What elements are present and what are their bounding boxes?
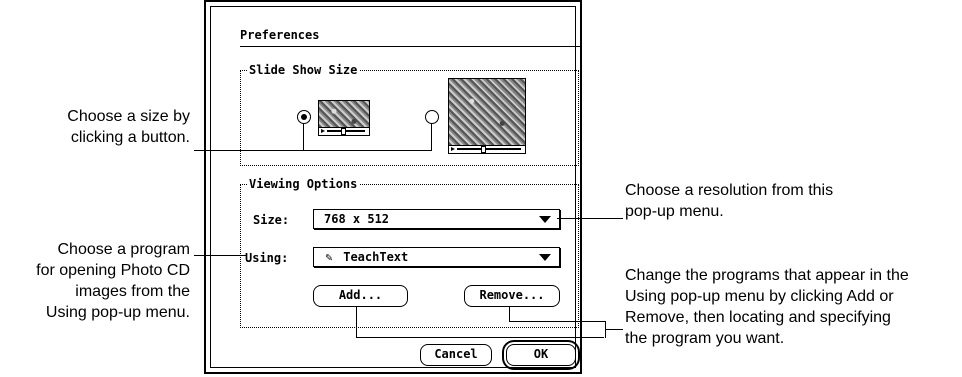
popup-arrow-icon bbox=[539, 254, 551, 261]
callout-change-programs: Change the programs that appear in the U… bbox=[625, 267, 909, 347]
size-popup-value: 768 x 512 bbox=[324, 212, 390, 226]
large-size-radio[interactable] bbox=[425, 110, 439, 124]
callout-size: Choose a size by clicking a button. bbox=[67, 108, 190, 146]
dialog-title: Preferences bbox=[240, 28, 320, 42]
using-popup-value: TeachText bbox=[343, 250, 409, 264]
ok-button[interactable]: OK bbox=[506, 344, 576, 366]
large-thumbnail bbox=[448, 78, 526, 154]
using-label: Using: bbox=[245, 251, 289, 265]
slide-show-size-label: Slide Show Size bbox=[247, 63, 360, 77]
teachtext-app-icon: ✎ bbox=[325, 250, 333, 264]
slide-show-size-group: Slide Show Size bbox=[240, 63, 579, 166]
remove-button[interactable]: Remove... bbox=[464, 285, 560, 307]
callout-program: Choose a program for opening Photo CD im… bbox=[36, 241, 190, 321]
preferences-dialog: Preferences Slide Show Size Viewing Opti… bbox=[204, 0, 582, 374]
viewing-options-group: Viewing Options Size: 768 x 512 Using: ✎… bbox=[240, 177, 579, 328]
using-popup-menu[interactable]: ✎ TeachText bbox=[313, 247, 560, 267]
add-button[interactable]: Add... bbox=[313, 285, 408, 307]
small-size-radio[interactable] bbox=[297, 110, 311, 124]
viewing-options-label: Viewing Options bbox=[247, 177, 360, 191]
callout-resolution: Choose a resolution from this pop-up men… bbox=[625, 182, 834, 220]
title-divider bbox=[240, 46, 580, 47]
popup-arrow-icon bbox=[539, 216, 551, 223]
size-popup-menu[interactable]: 768 x 512 bbox=[313, 209, 560, 229]
small-thumbnail bbox=[318, 100, 370, 136]
size-label: Size: bbox=[253, 213, 290, 227]
cancel-button[interactable]: Cancel bbox=[420, 344, 492, 366]
